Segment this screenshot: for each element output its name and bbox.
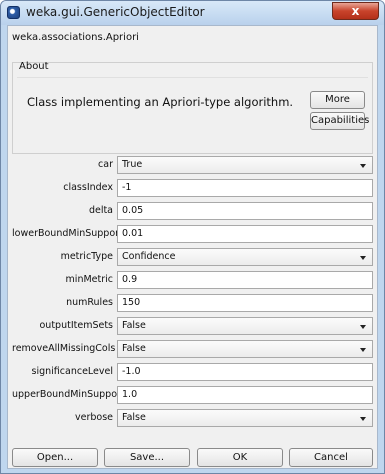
class-name-label: weka.associations.Apriori xyxy=(12,32,139,43)
numrules-field[interactable]: 150 xyxy=(117,294,373,312)
chevron-down-icon xyxy=(360,325,366,329)
select-value: Confidence xyxy=(122,251,176,262)
property-row-removeallmissingcols: removeAllMissingCols False xyxy=(12,340,373,360)
classindex-field[interactable]: -1 xyxy=(117,179,373,197)
more-button[interactable]: More xyxy=(310,91,365,109)
car-select[interactable]: True xyxy=(117,156,373,174)
select-value: False xyxy=(122,320,146,331)
select-value: False xyxy=(122,412,146,423)
editor-panel: weka.associations.Apriori About Class im… xyxy=(7,25,378,469)
property-label: delta xyxy=(88,205,113,216)
property-row-upperboundminsupport: upperBoundMinSupport 1.0 xyxy=(12,386,373,406)
property-row-car: car True xyxy=(12,156,373,176)
property-row-lowerboundminsupport: lowerBoundMinSupport 0.01 xyxy=(12,225,373,245)
property-row-minmetric: minMetric 0.9 xyxy=(12,271,373,291)
property-row-classindex: classIndex -1 xyxy=(12,179,373,199)
property-row-significancelevel: significanceLevel -1.0 xyxy=(12,363,373,383)
significancelevel-field[interactable]: -1.0 xyxy=(117,363,373,381)
property-row-outputitemsets: outputItemSets False xyxy=(12,317,373,337)
delta-field[interactable]: 0.05 xyxy=(117,202,373,220)
chevron-down-icon xyxy=(360,417,366,421)
chevron-down-icon xyxy=(360,348,366,352)
property-label: minMetric xyxy=(65,274,113,285)
open-button[interactable]: Open... xyxy=(12,448,98,467)
cancel-button[interactable]: Cancel xyxy=(289,448,373,467)
property-row-verbose: verbose False xyxy=(12,409,373,429)
capabilities-button[interactable]: Capabilities xyxy=(310,112,369,130)
property-row-delta: delta 0.05 xyxy=(12,202,373,222)
outputitemsets-select[interactable]: False xyxy=(117,317,373,335)
property-label: numRules xyxy=(66,297,113,308)
property-label: metricType xyxy=(60,251,113,262)
removeallmissingcols-select[interactable]: False xyxy=(117,340,373,358)
lowerboundminsupport-field[interactable]: 0.01 xyxy=(117,225,373,243)
select-value: True xyxy=(122,159,143,170)
property-label: removeAllMissingCols xyxy=(12,343,116,354)
select-value: False xyxy=(122,343,146,354)
property-label: classIndex xyxy=(63,182,113,193)
about-group: About Class implementing an Apriori-type… xyxy=(12,61,373,154)
verbose-select[interactable]: False xyxy=(117,409,373,427)
about-divider xyxy=(17,77,368,78)
chevron-down-icon xyxy=(360,164,366,168)
property-label: lowerBoundMinSupport xyxy=(12,228,123,239)
property-label: significanceLevel xyxy=(31,366,113,377)
property-label: verbose xyxy=(74,412,113,423)
property-label: upperBoundMinSupport xyxy=(12,389,125,400)
dialog-window: weka.gui.GenericObjectEditor x weka.asso… xyxy=(0,0,385,474)
metrictype-select[interactable]: Confidence xyxy=(117,248,373,266)
property-label: outputItemSets xyxy=(39,320,113,331)
weka-app-icon xyxy=(7,6,20,19)
about-description: Class implementing an Apriori-type algor… xyxy=(27,95,294,109)
close-button[interactable]: x xyxy=(332,2,379,20)
property-label: car xyxy=(98,159,113,170)
property-row-metrictype: metricType Confidence xyxy=(12,248,373,268)
ok-button[interactable]: OK xyxy=(197,448,283,467)
window-title: weka.gui.GenericObjectEditor xyxy=(26,5,205,19)
minmetric-field[interactable]: 0.9 xyxy=(117,271,373,289)
property-row-numrules: numRules 150 xyxy=(12,294,373,314)
properties-list: car True classIndex -1 delta 0.05 lowerB… xyxy=(12,156,373,429)
chevron-down-icon xyxy=(360,256,366,260)
save-button[interactable]: Save... xyxy=(104,448,190,467)
about-legend: About xyxy=(19,61,49,72)
title-bar[interactable]: weka.gui.GenericObjectEditor x xyxy=(1,1,384,25)
upperboundminsupport-field[interactable]: 1.0 xyxy=(117,386,373,404)
